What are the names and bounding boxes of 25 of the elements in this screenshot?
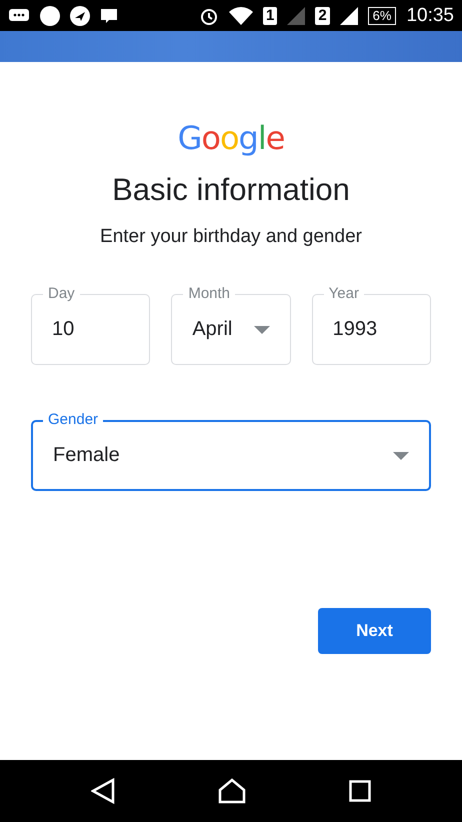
battery-level: 6% (368, 6, 396, 24)
page-title: Basic information (112, 172, 350, 208)
chat-icon (8, 8, 30, 24)
sim-badge: 1 (262, 6, 278, 24)
wifi-icon (228, 6, 253, 24)
send-icon (70, 6, 90, 26)
field-value: April (192, 318, 234, 341)
signal-icon (287, 6, 306, 24)
field-value: Female (53, 444, 121, 467)
clock-time: 10:35 (406, 4, 454, 26)
subtitle: Enter your birthday and gender (100, 226, 362, 248)
field-label: Day (43, 285, 80, 302)
logo: Google (178, 120, 284, 156)
home-icon[interactable] (218, 778, 246, 804)
next-button[interactable]: Next (318, 608, 431, 654)
signal-icon (340, 6, 358, 24)
dropdown-caret-icon (393, 452, 409, 460)
field-value: 1993 (332, 318, 378, 341)
dropdown-caret-icon (254, 326, 270, 334)
recents-icon[interactable] (348, 780, 371, 802)
circle-icon (40, 6, 60, 26)
sim-badge: 2 (315, 6, 330, 24)
message-icon (100, 8, 118, 24)
back-icon[interactable] (91, 778, 116, 804)
field-value: 10 (52, 318, 76, 341)
